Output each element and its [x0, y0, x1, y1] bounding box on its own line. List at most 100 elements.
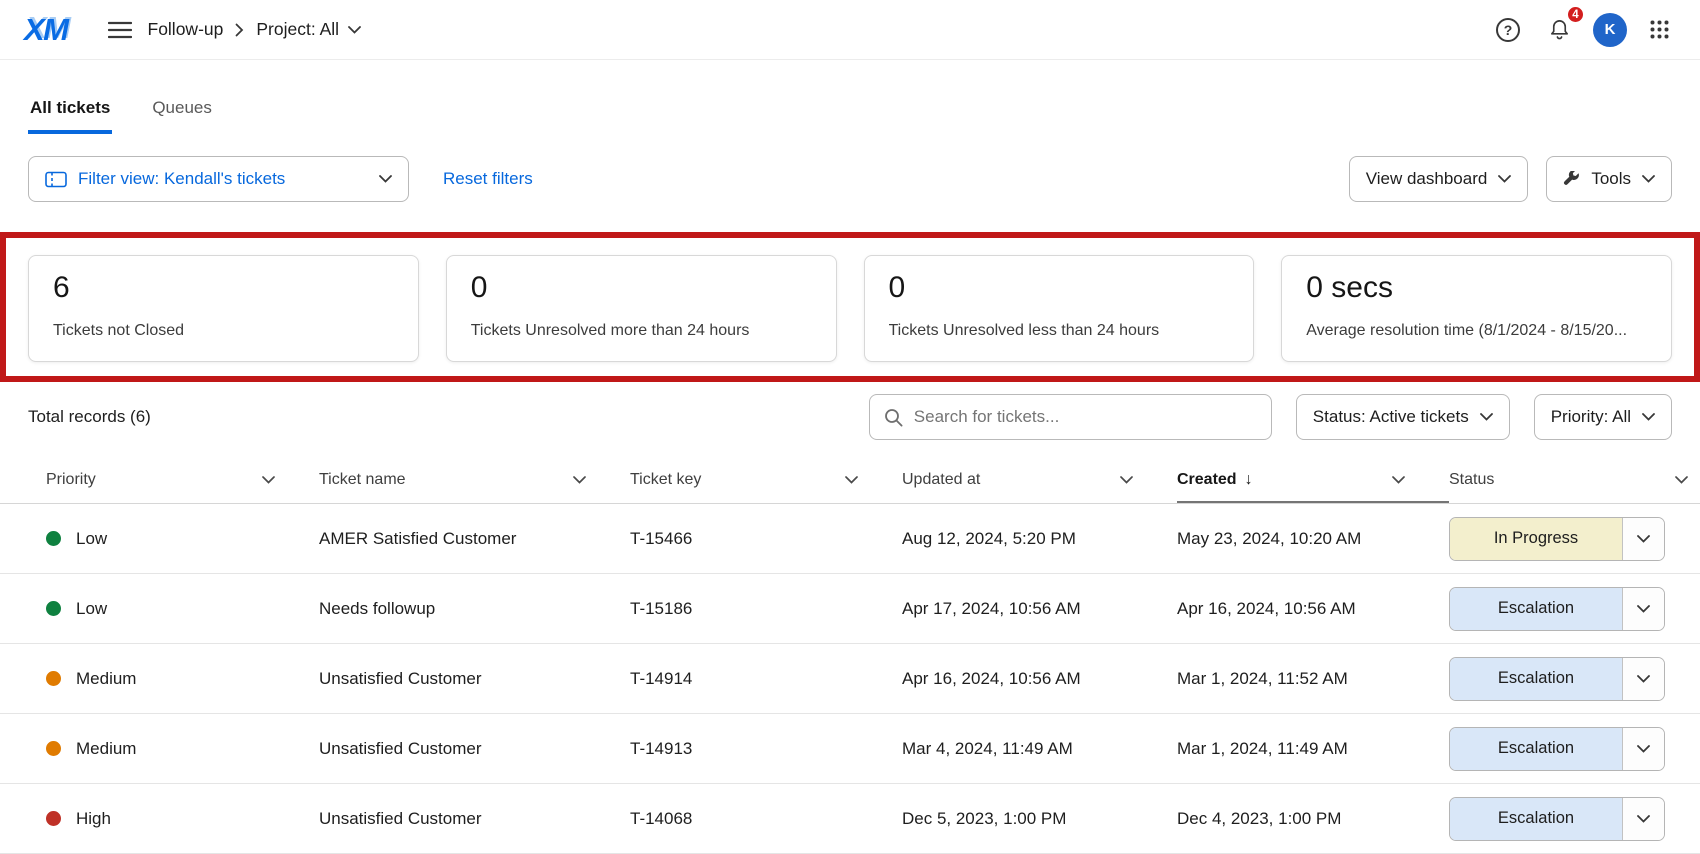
updated-at-cell: Dec 5, 2023, 1:00 PM [902, 809, 1177, 829]
column-header-priority[interactable]: Priority [46, 456, 319, 503]
reset-filters-link[interactable]: Reset filters [443, 169, 533, 189]
priority-filter-label: Priority: All [1551, 407, 1631, 427]
priority-label: Low [76, 599, 107, 619]
table-header: Priority Ticket name Ticket key Updated … [0, 456, 1700, 504]
status-label: In Progress [1450, 518, 1622, 560]
priority-label: Medium [76, 669, 136, 689]
tickets-table: Priority Ticket name Ticket key Updated … [0, 456, 1700, 854]
ticket-icon [45, 171, 67, 188]
column-label: Created [1177, 471, 1237, 489]
app-grid-icon[interactable] [1643, 13, 1676, 46]
table-row[interactable]: Low AMER Satisfied Customer T-15466 Aug … [0, 504, 1700, 574]
chevron-down-icon[interactable] [573, 476, 586, 484]
table-row[interactable]: High Unsatisfied Customer T-14068 Dec 5,… [0, 784, 1700, 854]
search-input[interactable] [914, 407, 1257, 427]
ticket-name-cell: Unsatisfied Customer [319, 669, 630, 689]
filter-view-label: Filter view: Kendall's tickets [78, 169, 285, 189]
status-label: Escalation [1450, 588, 1622, 630]
column-header-updated-at[interactable]: Updated at [902, 456, 1177, 503]
status-dropdown[interactable]: Escalation [1449, 797, 1665, 841]
status-chevron-button[interactable] [1622, 588, 1664, 630]
notifications-button[interactable]: 4 [1542, 12, 1577, 47]
xm-logo[interactable]: XM [24, 12, 74, 48]
priority-cell: Medium [46, 669, 319, 689]
breadcrumb: Follow-up Project: All [148, 19, 362, 40]
view-dashboard-label: View dashboard [1366, 169, 1488, 189]
ticket-name-cell: AMER Satisfied Customer [319, 529, 630, 549]
table-row[interactable]: Low Needs followup T-15186 Apr 17, 2024,… [0, 574, 1700, 644]
kpi-card-unresolved-more-24h: 0 Tickets Unresolved more than 24 hours [446, 255, 837, 362]
kpi-label: Tickets Unresolved more than 24 hours [471, 322, 812, 340]
chevron-down-icon[interactable] [1120, 476, 1133, 484]
updated-at-cell: Apr 16, 2024, 10:56 AM [902, 669, 1177, 689]
chevron-down-icon[interactable] [262, 476, 275, 484]
column-label: Ticket name [319, 471, 406, 489]
status-chevron-button[interactable] [1622, 518, 1664, 560]
ticket-key-cell: T-15186 [630, 599, 902, 619]
kpi-value: 0 secs [1306, 271, 1647, 305]
status-chevron-button[interactable] [1622, 798, 1664, 840]
status-cell: In Progress [1449, 517, 1672, 561]
column-header-ticket-name[interactable]: Ticket name [319, 456, 630, 503]
tab-all-tickets[interactable]: All tickets [28, 90, 112, 134]
breadcrumb-section[interactable]: Follow-up [148, 19, 224, 40]
status-filter-dropdown[interactable]: Status: Active tickets [1296, 394, 1510, 440]
status-label: Escalation [1450, 658, 1622, 700]
kpi-value: 0 [471, 271, 812, 305]
table-row[interactable]: Medium Unsatisfied Customer T-14914 Apr … [0, 644, 1700, 714]
top-bar: XM Follow-up Project: All ? 4 K [0, 0, 1700, 60]
updated-at-cell: Mar 4, 2024, 11:49 AM [902, 739, 1177, 759]
updated-at-cell: Apr 17, 2024, 10:56 AM [902, 599, 1177, 619]
sort-desc-icon: ↓ [1245, 471, 1253, 489]
column-header-ticket-key[interactable]: Ticket key [630, 456, 902, 503]
total-records-label: Total records (6) [28, 407, 151, 427]
chevron-down-icon [1637, 535, 1650, 543]
tab-queues[interactable]: Queues [150, 90, 214, 134]
priority-dot [46, 531, 61, 546]
kpi-card-avg-resolution-time: 0 secs Average resolution time (8/1/2024… [1281, 255, 1672, 362]
priority-cell: Low [46, 529, 319, 549]
table-row[interactable]: Medium Unsatisfied Customer T-14913 Mar … [0, 714, 1700, 784]
priority-cell: Medium [46, 739, 319, 759]
status-chevron-button[interactable] [1622, 728, 1664, 770]
priority-label: Medium [76, 739, 136, 759]
status-cell: Escalation [1449, 797, 1672, 841]
status-chevron-button[interactable] [1622, 658, 1664, 700]
status-dropdown[interactable]: Escalation [1449, 727, 1665, 771]
notification-count-badge: 4 [1566, 5, 1585, 24]
bell-icon [1548, 18, 1571, 41]
help-button[interactable]: ? [1490, 12, 1526, 48]
chevron-down-icon[interactable] [845, 476, 858, 484]
kpi-value: 0 [889, 271, 1230, 305]
ticket-name-cell: Unsatisfied Customer [319, 809, 630, 829]
status-label: Escalation [1450, 798, 1622, 840]
view-tabs: All tickets Queues [0, 90, 1700, 134]
column-header-created[interactable]: Created ↓ [1177, 456, 1449, 503]
chevron-down-icon [1642, 175, 1655, 183]
kpi-card-tickets-not-closed: 6 Tickets not Closed [28, 255, 419, 362]
status-cell: Escalation [1449, 727, 1672, 771]
chevron-right-icon [235, 23, 244, 37]
column-label: Ticket key [630, 471, 701, 489]
status-label: Escalation [1450, 728, 1622, 770]
status-dropdown[interactable]: Escalation [1449, 587, 1665, 631]
tools-dropdown[interactable]: Tools [1546, 156, 1672, 202]
avatar[interactable]: K [1593, 13, 1627, 47]
status-dropdown[interactable]: In Progress [1449, 517, 1665, 561]
hamburger-menu-icon[interactable] [102, 15, 138, 45]
view-dashboard-dropdown[interactable]: View dashboard [1349, 156, 1529, 202]
chevron-down-icon[interactable] [1675, 476, 1688, 484]
filter-view-dropdown[interactable]: Filter view: Kendall's tickets [28, 156, 409, 202]
chevron-down-icon [1637, 815, 1650, 823]
ticket-name-cell: Needs followup [319, 599, 630, 619]
created-cell: Apr 16, 2024, 10:56 AM [1177, 599, 1449, 619]
kpi-label: Tickets Unresolved less than 24 hours [889, 322, 1230, 340]
chevron-down-icon[interactable] [1392, 476, 1405, 484]
column-header-status[interactable]: Status [1449, 456, 1672, 503]
priority-dot [46, 741, 61, 756]
chevron-down-icon [1642, 413, 1655, 421]
stats-highlight-box: 6 Tickets not Closed 0 Tickets Unresolve… [0, 232, 1700, 382]
priority-filter-dropdown[interactable]: Priority: All [1534, 394, 1672, 440]
status-dropdown[interactable]: Escalation [1449, 657, 1665, 701]
breadcrumb-project-dropdown[interactable]: Project: All [256, 19, 361, 40]
